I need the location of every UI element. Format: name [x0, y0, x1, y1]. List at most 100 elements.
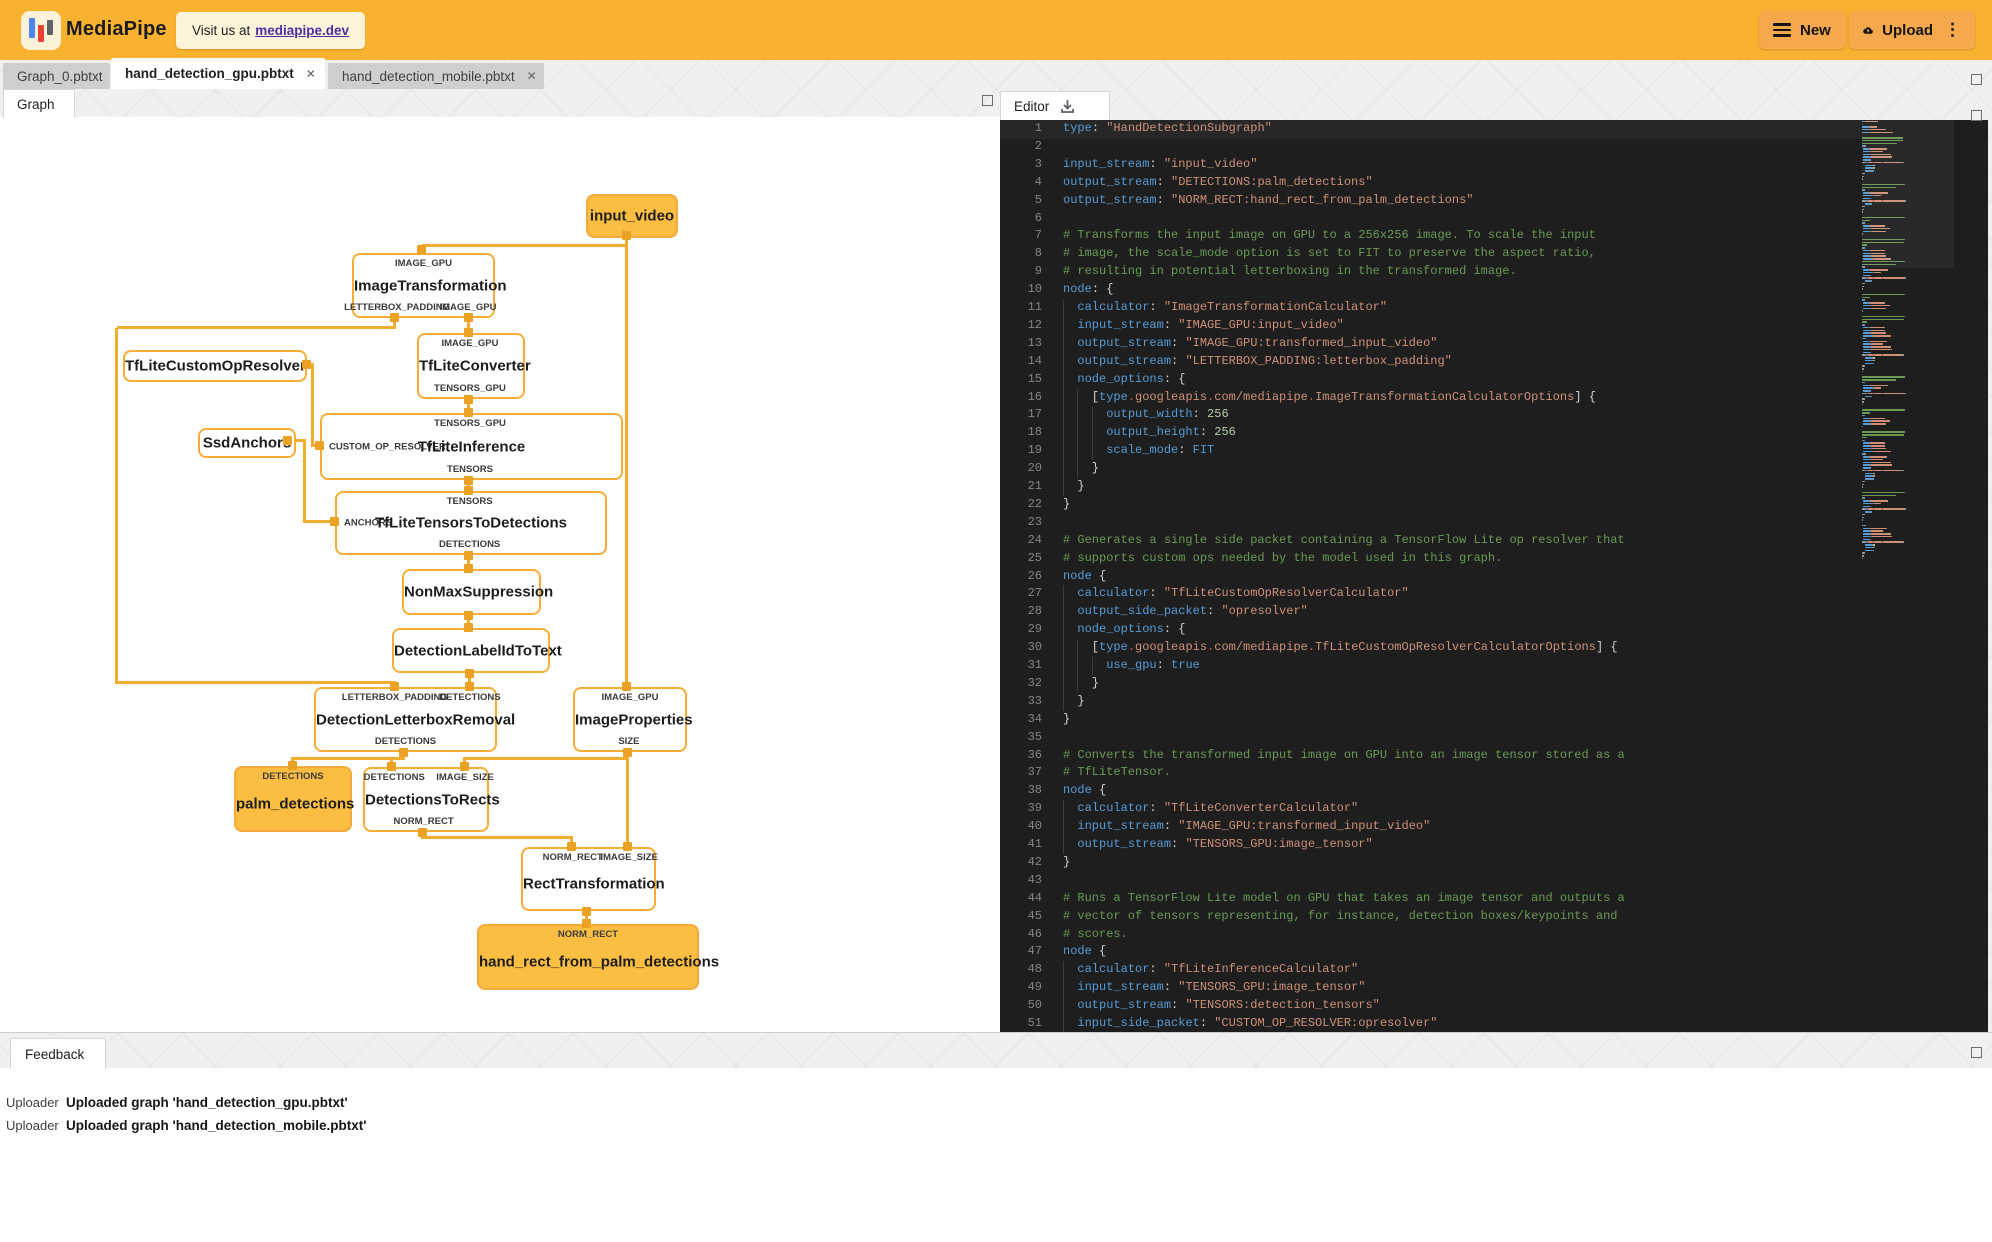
- code-line-44[interactable]: 44 # Runs a TensorFlow Lite model on GPU …: [1000, 890, 1988, 908]
- graph-node-tflite_inference[interactable]: TENSORS_GPU TENSORS CUSTOM_OP_RESOLVER TfLi…: [320, 413, 623, 480]
- upload-button[interactable]: Upload ⋮: [1849, 11, 1975, 49]
- code-line-9[interactable]: 9 # resulting in potential letterboxing i…: [1000, 263, 1988, 281]
- line-number: 4: [1034, 174, 1042, 189]
- code-line-20[interactable]: 20 }: [1000, 460, 1988, 478]
- code-line-2[interactable]: 2: [1000, 138, 1988, 156]
- graph-node-rect_transformation[interactable]: NORM_RECT IMAGE_SIZE RectTransformation: [521, 847, 665, 911]
- code-line-34[interactable]: 34}: [1000, 711, 1988, 729]
- code-line-23[interactable]: 23: [1000, 514, 1988, 532]
- code-line-8[interactable]: 8 # image, the scale_mode option is set t…: [1000, 245, 1988, 263]
- code-line-29[interactable]: 29 node_options: {: [1000, 621, 1988, 640]
- code-line-4[interactable]: 4 output_stream: "DETECTIONS:palm_detecti…: [1000, 174, 1988, 192]
- tab-editor[interactable]: Editor: [1000, 91, 1110, 120]
- port-connector: [464, 394, 473, 404]
- code-line-11[interactable]: 11 calculator: "ImageTransformationCalcu…: [1000, 299, 1988, 317]
- graph-node-tflite_tensors_to_detections[interactable]: TENSORS DETECTIONS ANCHORS TfLiteTensorsToD…: [335, 491, 607, 555]
- code-text: calculator: "TfLiteConverterCalculator": [1063, 800, 1358, 819]
- code-line-18[interactable]: 18 output_height: 256: [1000, 424, 1988, 443]
- code-line-50[interactable]: 50 output_stream: "TENSORS:detection_ten…: [1000, 997, 1988, 1015]
- maximize-graph-panel-icon[interactable]: [982, 95, 993, 106]
- code-text: output_stream: "DETECTIONS:palm_detectio…: [1063, 174, 1373, 189]
- graph-node-input_video[interactable]: input_video: [586, 194, 678, 238]
- code-line-43[interactable]: 43: [1000, 872, 1988, 890]
- mediapipe-dev-link[interactable]: mediapipe.dev: [255, 23, 349, 38]
- code-line-16[interactable]: 16 [type.googleapis.com/mediapipe.ImageT…: [1000, 388, 1988, 407]
- upload-more-icon[interactable]: ⋮: [1944, 20, 1961, 40]
- code-editor[interactable]: 1 type: "HandDetectionSubgraph" 2 3 input_st…: [1000, 120, 1988, 1032]
- port-label-norm_rect: NORM_RECT: [557, 929, 619, 940]
- maximize-feedback-panel-icon[interactable]: [1971, 1047, 1982, 1058]
- code-line-14[interactable]: 14 output_stream: "LETTERBOX_PADDING:let…: [1000, 352, 1988, 371]
- code-line-47[interactable]: 47 node {: [1000, 943, 1988, 961]
- graph-node-non_max_suppression[interactable]: NonMaxSuppression: [402, 569, 553, 615]
- code-line-35[interactable]: 35: [1000, 729, 1988, 747]
- code-line-12[interactable]: 12 input_stream: "IMAGE_GPU:input_video": [1000, 316, 1988, 335]
- code-line-38[interactable]: 38 node {: [1000, 782, 1988, 800]
- graph-node-palm_detections[interactable]: DETECTIONS palm_detections: [234, 766, 354, 832]
- graph-node-tflite_converter[interactable]: IMAGE_GPU TENSORS_GPU TfLiteConverter: [417, 333, 531, 399]
- code-line-6[interactable]: 6: [1000, 210, 1988, 228]
- code-line-10[interactable]: 10 node: {: [1000, 281, 1988, 299]
- code-text: calculator: "ImageTransformationCalculat…: [1063, 299, 1387, 317]
- tab-feedback[interactable]: Feedback: [10, 1038, 106, 1069]
- code-line-17[interactable]: 17 output_width: 256: [1000, 406, 1988, 425]
- graph-node-hand_rect_from_palm_detections[interactable]: NORM_RECT hand_rect_from_palm_detections: [477, 924, 719, 990]
- code-line-7[interactable]: 7 # Transforms the input image on GPU to …: [1000, 227, 1988, 245]
- code-line-15[interactable]: 15 node_options: {: [1000, 370, 1988, 389]
- code-line-25[interactable]: 25 # supports custom ops needed by the mo…: [1000, 550, 1988, 568]
- code-text: # image, the scale_mode option is set to…: [1063, 246, 1596, 261]
- graph-canvas[interactable]: input_video IMAGE_GPU LETTERBOX_PADDING IMA…: [0, 117, 1000, 1032]
- new-button[interactable]: New: [1759, 11, 1846, 49]
- node-title: TfLiteCustomOpResolver: [125, 357, 306, 375]
- code-line-27[interactable]: 27 calculator: "TfLiteCustomOpResolverCa…: [1000, 585, 1988, 604]
- graph-node-detection_letterbox_removal[interactable]: LETTERBOX_PADDING DETECTIONS DETECTIONS Det…: [314, 687, 515, 752]
- graph-node-ssd_anchors[interactable]: SsdAnchors: [198, 428, 296, 458]
- close-tab-icon[interactable]: ✕: [525, 68, 539, 84]
- code-line-45[interactable]: 45 # vector of tensors representing, for …: [1000, 908, 1988, 926]
- graph-node-image_transformation[interactable]: IMAGE_GPU LETTERBOX_PADDING IMAGE_GPU Image…: [344, 253, 507, 318]
- code-line-13[interactable]: 13 output_stream: "IMAGE_GPU:transformed…: [1000, 334, 1988, 353]
- code-line-33[interactable]: 33 }: [1000, 692, 1988, 711]
- code-line-46[interactable]: 46 # scores.: [1000, 926, 1988, 944]
- code-line-42[interactable]: 42}: [1000, 854, 1988, 872]
- code-line-30[interactable]: 30 [type.googleapis.com/mediapipe.TfLite…: [1000, 639, 1988, 657]
- code-line-31[interactable]: 31 use_gpu: true: [1000, 657, 1988, 675]
- port-label-image_gpu: IMAGE_GPU: [601, 692, 659, 703]
- line-number: 11: [1027, 300, 1042, 314]
- code-line-5[interactable]: 5 output_stream: "NORM_RECT:hand_rect_fro…: [1000, 192, 1988, 210]
- maximize-tabs-icon[interactable]: [1971, 74, 1982, 85]
- port-label-detections: DETECTIONS: [374, 736, 437, 747]
- tab-graph[interactable]: Graph: [3, 89, 75, 118]
- file-tab-hand_detection_mobile.pbtxt[interactable]: hand_detection_mobile.pbtxt ✕: [328, 63, 544, 89]
- graph-node-tflite_custom_op_resolver[interactable]: TfLiteCustomOpResolver: [123, 350, 307, 382]
- code-line-19[interactable]: 19 scale_mode: FIT: [1000, 442, 1988, 461]
- code-line-49[interactable]: 49 input_stream: "TENSORS_GPU:image_tens…: [1000, 979, 1988, 998]
- graph-edge: [116, 326, 396, 329]
- code-line-41[interactable]: 41 output_stream: "TENSORS_GPU:image_ten…: [1000, 836, 1988, 854]
- minimap-viewport[interactable]: [1862, 120, 1954, 268]
- code-line-1[interactable]: 1 type: "HandDetectionSubgraph": [1000, 120, 1862, 138]
- code-line-21[interactable]: 21 }: [1000, 478, 1988, 496]
- close-tab-icon[interactable]: ✕: [304, 66, 318, 82]
- graph-node-detection_label_id_to_text[interactable]: DetectionLabelIdToText: [392, 628, 562, 673]
- code-line-3[interactable]: 3 input_stream: "input_video": [1000, 156, 1988, 174]
- code-line-36[interactable]: 36 # Converts the transformed input image…: [1000, 747, 1988, 765]
- download-icon[interactable]: [1059, 98, 1076, 115]
- code-line-48[interactable]: 48 calculator: "TfLiteInferenceCalculato…: [1000, 961, 1988, 980]
- code-line-24[interactable]: 24 # Generates a single side packet conta…: [1000, 532, 1988, 550]
- maximize-editor-panel-icon[interactable]: [1971, 110, 1982, 121]
- line-number: 23: [1027, 514, 1042, 529]
- feedback-body: Uploader Uploaded graph 'hand_detection_g…: [0, 1068, 1992, 1242]
- code-line-51[interactable]: 51 input_side_packet: "CUSTOM_OP_RESOLVE…: [1000, 1015, 1988, 1032]
- code-line-22[interactable]: 22}: [1000, 496, 1988, 514]
- graph-node-detections_to_rects[interactable]: DETECTIONS IMAGE_SIZE NORM_RECT DetectionsT…: [363, 767, 500, 832]
- code-line-39[interactable]: 39 calculator: "TfLiteConverterCalculato…: [1000, 800, 1988, 819]
- code-line-40[interactable]: 40 input_stream: "IMAGE_GPU:transformed_…: [1000, 818, 1988, 836]
- file-tab-Graph_0.pbtxt[interactable]: Graph_0.pbtxt✕: [3, 63, 125, 89]
- code-line-26[interactable]: 26 node {: [1000, 568, 1988, 586]
- graph-node-image_properties[interactable]: IMAGE_GPU SIZE ImageProperties: [573, 687, 693, 752]
- code-line-28[interactable]: 28 output_side_packet: "opresolver": [1000, 603, 1988, 622]
- code-line-37[interactable]: 37 # TfLiteTensor.: [1000, 764, 1988, 782]
- code-line-32[interactable]: 32 }: [1000, 674, 1988, 693]
- file-tab-hand_detection_gpu.pbtxt[interactable]: hand_detection_gpu.pbtxt ✕: [111, 58, 325, 89]
